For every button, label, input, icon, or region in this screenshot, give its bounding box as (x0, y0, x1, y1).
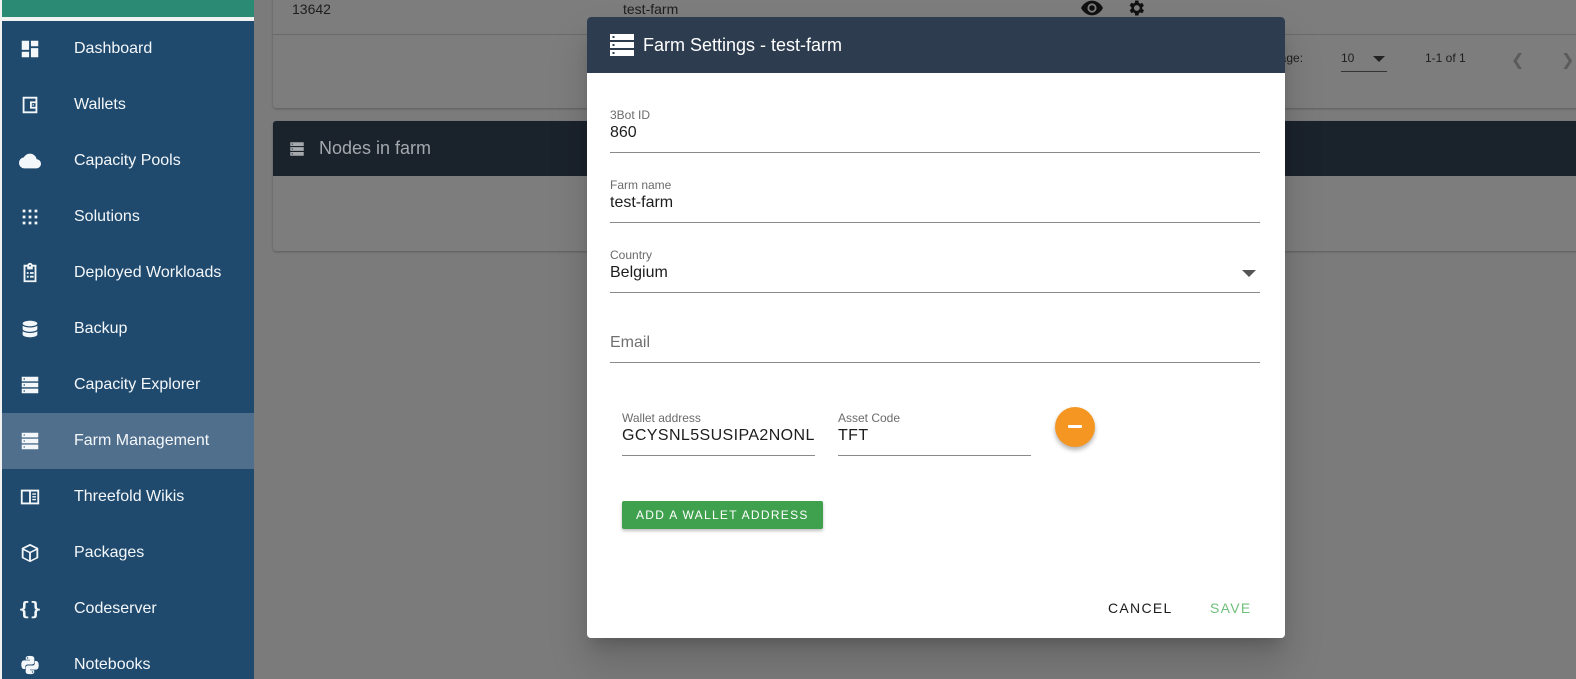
dashboard-icon (2, 38, 74, 60)
sidebar-item-threefold-wikis[interactable]: Threefold Wikis (2, 469, 254, 525)
server-icon (290, 141, 304, 156)
sidebar-item-label: Codeserver (74, 600, 157, 617)
package-icon (2, 542, 74, 564)
brand-strip (2, 0, 254, 17)
email-field[interactable]: Email (610, 334, 1260, 363)
rows-per-page-value: 10 (1341, 51, 1355, 65)
minus-icon (1068, 425, 1082, 428)
cloud-icon (2, 150, 74, 172)
sidebar-item-farm-management[interactable]: Farm Management (2, 413, 254, 469)
server-icon (2, 374, 74, 396)
email-placeholder: Email (610, 334, 651, 351)
farm-name-label: Farm name (610, 178, 672, 192)
sidebar-item-deployed-workloads[interactable]: Deployed Workloads (2, 245, 254, 301)
wallet-address-value: GCYSNL5SUSIPA2NONL5 (622, 427, 815, 444)
book-open-icon (2, 486, 74, 508)
wallet-icon (2, 94, 74, 116)
sidebar-item-label: Wallets (74, 96, 126, 113)
farm-name-cell: test-farm (623, 1, 679, 17)
sidebar-item-label: Deployed Workloads (74, 264, 222, 281)
sidebar-item-dashboard[interactable]: Dashboard (2, 21, 254, 77)
sidebar-item-wallets[interactable]: Wallets (2, 77, 254, 133)
wallet-address-field[interactable]: Wallet address GCYSNL5SUSIPA2NONL5 (622, 411, 815, 456)
asset-code-label: Asset Code (838, 411, 901, 425)
sidebar-item-capacity-pools[interactable]: Capacity Pools (2, 133, 254, 189)
wallet-address-label: Wallet address (622, 411, 701, 425)
sidebar-item-label: Dashboard (74, 40, 153, 57)
database-icon (2, 318, 74, 340)
sidebar-item-notebooks[interactable]: Notebooks (2, 637, 254, 679)
farm-settings-dialog: Farm Settings - test-farm 3Bot ID 860 Fa… (587, 17, 1285, 638)
dialog-header: Farm Settings - test-farm (587, 17, 1285, 73)
sidebar-item-backup[interactable]: Backup (2, 301, 254, 357)
sidebar-item-label: Threefold Wikis (74, 488, 185, 505)
clipboard-icon (2, 262, 74, 284)
farm-name-value: test-farm (610, 194, 674, 211)
asset-code-field[interactable]: Asset Code TFT (838, 411, 1031, 456)
sidebar-item-capacity-explorer[interactable]: Capacity Explorer (2, 357, 254, 413)
sidebar-item-label: Farm Management (74, 432, 210, 449)
sidebar-item-solutions[interactable]: Solutions (2, 189, 254, 245)
apps-grid-icon (2, 206, 74, 228)
dialog-title: Farm Settings - test-farm (643, 34, 843, 55)
nodes-card-title: Nodes in farm (319, 138, 432, 158)
sidebar-item-label: Capacity Pools (74, 152, 181, 169)
chevron-left-icon[interactable]: ❮ (1511, 50, 1524, 69)
country-value: Belgium (610, 264, 668, 281)
asset-code-value: TFT (838, 427, 869, 444)
sidebar-item-label: Solutions (74, 208, 140, 225)
sidebar-item-packages[interactable]: Packages (2, 525, 254, 581)
sidebar-item-codeserver[interactable]: {} Codeserver (2, 581, 254, 637)
eye-icon[interactable] (1081, 0, 1103, 16)
threebot-id-value: 860 (610, 124, 637, 141)
threebot-id-label: 3Bot ID (610, 108, 651, 122)
farm-name-field[interactable]: Farm name test-farm (610, 178, 1260, 223)
pagination-range: 1-1 of 1 (1425, 51, 1466, 65)
threebot-id-field[interactable]: 3Bot ID 860 (610, 108, 1260, 153)
python-icon (2, 654, 74, 676)
sidebar-item-label: Capacity Explorer (74, 376, 201, 393)
chevron-down-icon (1373, 56, 1385, 62)
remove-wallet-button[interactable] (1055, 407, 1095, 447)
sidebar-item-label: Packages (74, 544, 145, 561)
sidebar: Dashboard Wallets Capacity Pools Solutio… (0, 0, 254, 679)
server-icon (2, 430, 74, 452)
gear-icon[interactable] (1126, 0, 1146, 18)
sidebar-item-label: Backup (74, 320, 128, 337)
country-select[interactable]: Country Belgium (610, 248, 1260, 293)
country-label: Country (610, 248, 653, 262)
rows-per-page-select[interactable]: 10 (1341, 51, 1387, 72)
cancel-button[interactable]: CANCEL (1108, 600, 1173, 616)
code-braces-icon: {} (18, 598, 42, 620)
save-button[interactable]: SAVE (1210, 600, 1252, 616)
sidebar-item-label: Notebooks (74, 656, 151, 673)
farm-id-cell: 13642 (292, 1, 331, 17)
server-icon (610, 34, 634, 56)
add-wallet-address-button[interactable]: ADD A WALLET ADDRESS (622, 501, 823, 529)
chevron-down-icon (1242, 270, 1256, 277)
chevron-right-icon[interactable]: ❯ (1561, 50, 1574, 69)
